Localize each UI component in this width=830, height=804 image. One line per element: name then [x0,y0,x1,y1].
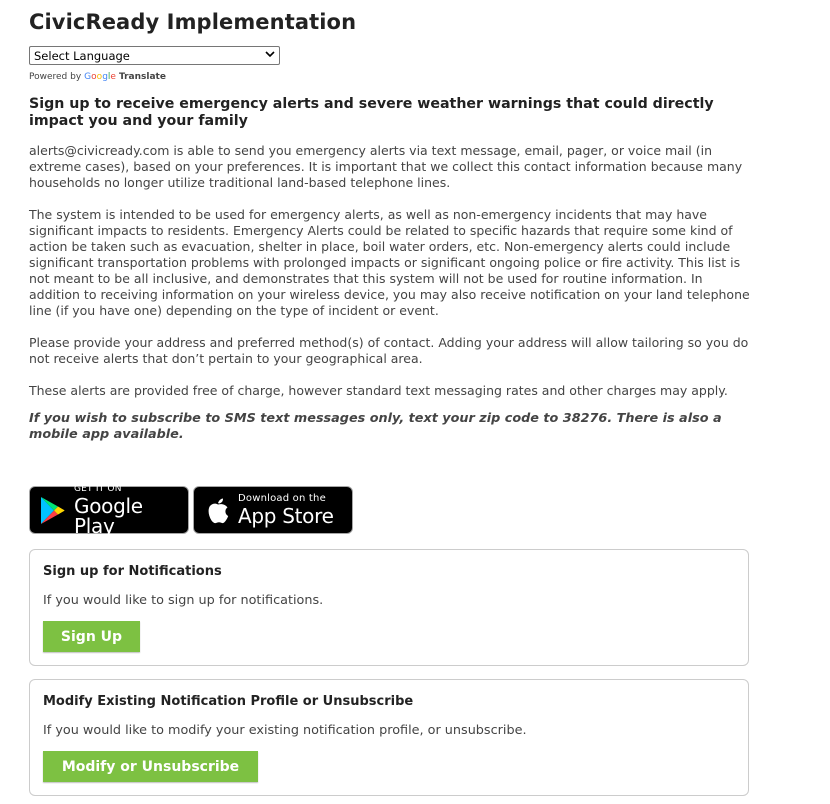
signup-card: Sign up for Notifications If you would l… [29,549,749,666]
modify-unsubscribe-button[interactable]: Modify or Unsubscribe [43,751,258,782]
google-play-icon [40,496,66,525]
sms-note: If you wish to subscribe to SMS text mes… [29,411,722,442]
google-logo: Google [84,72,116,82]
language-select[interactable]: Select Language [29,46,280,65]
intro-paragraph-4: These alerts are provided free of charge… [29,383,728,398]
app-store-button[interactable]: Download on the App Store [193,486,353,534]
app-store-big-text: App Store [238,504,334,528]
modify-card-description: If you would like to modify your existin… [43,723,527,738]
app-store-small-text: Download on the [238,493,326,504]
powered-by-google-translate: Powered by Google Translate [29,72,166,82]
intro-paragraph-1: alerts@civicready.com is able to send yo… [29,143,743,190]
intro-paragraph-3: Please provide your address and preferre… [29,335,749,366]
translate-link[interactable]: Translate [119,72,166,82]
sign-up-button[interactable]: Sign Up [43,621,140,652]
powered-by-label: Powered by [29,72,82,82]
signup-card-title: Sign up for Notifications [43,564,222,579]
language-select-value: Select Language [34,48,130,63]
modify-card: Modify Existing Notification Profile or … [29,679,749,796]
google-play-small-text: GET IT ON [74,483,122,494]
google-play-big-text: Google Play [74,493,143,538]
intro-paragraph-2: The system is intended to be used for em… [29,207,750,318]
intro-heading: Sign up to receive emergency alerts and … [29,96,714,129]
google-play-button[interactable]: GET IT ON Google Play [29,483,189,538]
apple-icon [206,496,230,524]
chevron-down-icon [265,50,275,61]
page-title: CivicReady Implementation [29,10,357,34]
modify-card-title: Modify Existing Notification Profile or … [43,694,414,709]
signup-card-description: If you would like to sign up for notific… [43,593,324,608]
